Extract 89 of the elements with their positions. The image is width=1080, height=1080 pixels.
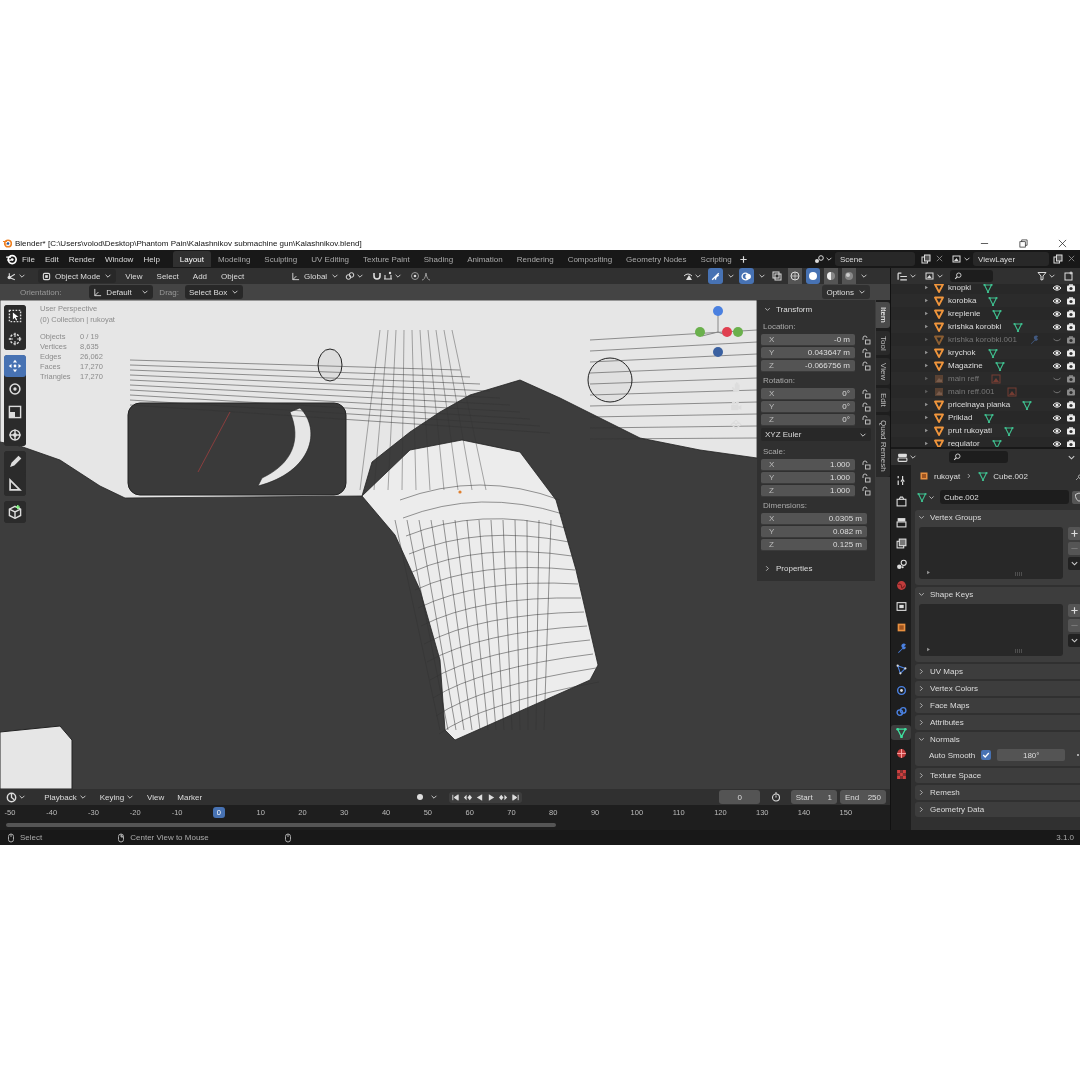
section-label: Rotation:: [762, 375, 797, 387]
angle-field[interactable]: 180°: [997, 749, 1066, 761]
current-frame-field[interactable]: 0: [719, 790, 761, 804]
section-label: Dimensions:: [762, 500, 808, 512]
workspace-tab[interactable]: Animation: [460, 251, 510, 267]
view-layer-field[interactable]: ViewLayer: [973, 252, 1049, 266]
outliner-item[interactable]: knopki: [948, 284, 972, 292]
panel-header[interactable]: Geometry Data: [915, 802, 1080, 817]
panel-header[interactable]: Vertex Colors: [915, 681, 1080, 696]
sidebar-tab[interactable]: Item: [876, 302, 890, 328]
menu-item[interactable]: Window: [99, 251, 139, 267]
version-label: 3.1.0: [1056, 833, 1074, 842]
workspace-tab[interactable]: Scripting: [693, 251, 739, 267]
number-field[interactable]: X 1.000: [761, 458, 855, 471]
number-field[interactable]: Z 0.125 m: [761, 538, 867, 551]
mode-dropdown[interactable]: Object Mode: [38, 269, 117, 283]
drag-dropdown[interactable]: Select Box: [184, 285, 244, 299]
object-name: rukoyat: [934, 471, 961, 481]
menu-item[interactable]: Add: [187, 268, 213, 284]
orientation-dropdown[interactable]: Global: [287, 269, 339, 283]
auto-smooth-label: Auto Smooth: [929, 750, 976, 760]
workspace-tab[interactable]: Rendering: [509, 251, 561, 267]
outliner-item[interactable]: korobka: [948, 296, 977, 305]
number-field[interactable]: Y 0.043647 m: [761, 346, 855, 359]
workspace-tab[interactable]: Shading: [416, 251, 461, 267]
workspace-tab[interactable]: Compositing: [560, 251, 620, 267]
datablock-field[interactable]: Cube.002: [940, 490, 1070, 504]
number-field[interactable]: X -0 m: [761, 333, 855, 346]
workspace-tab[interactable]: Texture Paint: [356, 251, 417, 267]
start-frame-field[interactable]: Start 1: [790, 790, 837, 804]
menu-item[interactable]: Keying: [94, 789, 140, 805]
menu-item[interactable]: File: [17, 251, 40, 267]
transform-panel-header[interactable]: Transform: [761, 300, 871, 318]
rotation-mode-dropdown[interactable]: XYZ Euler: [761, 428, 871, 441]
number-field[interactable]: Z 0°: [761, 413, 855, 426]
outliner-item[interactable]: pricelnaya planka: [948, 400, 1011, 409]
menu-item[interactable]: Edit: [39, 251, 64, 267]
menu-item[interactable]: Marker: [172, 789, 208, 805]
sidebar-tab[interactable]: View: [876, 358, 890, 386]
number-field[interactable]: Z 1.000: [761, 484, 855, 497]
number-field[interactable]: Y 0°: [761, 400, 855, 413]
number-field[interactable]: X 0°: [761, 387, 855, 400]
panel-header[interactable]: Vertex Groups: [915, 510, 1080, 525]
section-label: Scale:: [762, 446, 787, 458]
outliner-item[interactable]: regulator: [948, 439, 980, 447]
panel-header[interactable]: Attributes: [915, 715, 1080, 730]
outliner-item[interactable]: prut rukoyati: [948, 426, 993, 435]
menu-item[interactable]: View: [142, 789, 170, 805]
workspace-tab[interactable]: Layout: [172, 251, 211, 267]
sidebar-tab[interactable]: Quad Remesh: [876, 415, 890, 477]
number-field[interactable]: Z -0.066756 m: [761, 359, 855, 372]
workspace-tab[interactable]: Modeling: [210, 251, 258, 267]
end-frame-field[interactable]: End 250: [839, 790, 887, 804]
menu-item[interactable]: Object: [216, 268, 250, 284]
panel-header[interactable]: Remesh: [915, 785, 1080, 800]
status-hint: Center View to Mouse: [130, 833, 209, 842]
drag-label: Drag:: [159, 287, 179, 297]
workspace-tab[interactable]: UV Editing: [304, 251, 357, 267]
workspace-tab[interactable]: Sculpting: [257, 251, 305, 267]
scene-field[interactable]: Scene: [835, 252, 915, 266]
sidebar-tab[interactable]: Edit: [876, 388, 890, 413]
panel-header[interactable]: Normals: [915, 732, 1080, 747]
number-field[interactable]: Y 1.000: [761, 471, 855, 484]
number-field[interactable]: X 0.0305 m: [761, 512, 867, 525]
panel-header[interactable]: Face Maps: [915, 698, 1080, 713]
outliner-item[interactable]: kreplenie: [948, 309, 981, 318]
menu-item[interactable]: View: [120, 268, 148, 284]
panel-header[interactable]: Texture Space: [915, 768, 1080, 783]
sidebar-tab[interactable]: Tool: [876, 330, 890, 356]
status-hint: Select: [20, 833, 43, 842]
panel-header[interactable]: Shape Keys: [915, 587, 1080, 602]
outliner-item[interactable]: Priklad: [948, 413, 973, 422]
properties-panel-header[interactable]: Properties: [761, 559, 871, 577]
menu-item[interactable]: Help: [138, 251, 165, 267]
outliner-item[interactable]: krishka korobki: [948, 322, 1002, 331]
mesh-name: Cube.002: [993, 471, 1028, 481]
workspace-tab[interactable]: Geometry Nodes: [619, 251, 694, 267]
number-field[interactable]: Y 0.082 m: [761, 525, 867, 538]
outliner-item[interactable]: krychok: [948, 348, 976, 357]
panel-header[interactable]: UV Maps: [915, 664, 1080, 679]
outliner-item[interactable]: Magazine: [948, 361, 983, 370]
orientation-label: Orientation:: [20, 287, 62, 297]
orientation-dropdown[interactable]: Default: [89, 285, 154, 299]
options-dropdown[interactable]: Options: [822, 285, 870, 299]
menu-item[interactable]: Render: [63, 251, 100, 267]
window-title: Blender* [C:\Users\volod\Desktop\Phantom Pain\Kalashnikov submachine gun\Kalashnikov.blend]: [15, 238, 363, 248]
menu-item[interactable]: Playback: [39, 789, 92, 805]
section-label: Location:: [762, 321, 797, 333]
menu-item[interactable]: Select: [151, 268, 184, 284]
